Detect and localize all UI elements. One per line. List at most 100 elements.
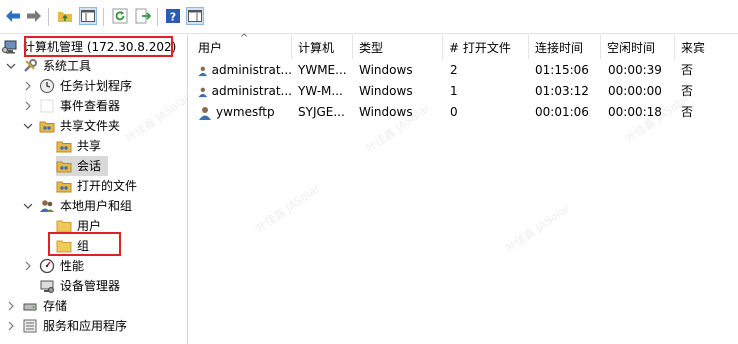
forward-arrow-icon[interactable] [25, 7, 43, 25]
refresh-icon[interactable] [111, 7, 129, 25]
services-icon [22, 318, 38, 334]
shared-folder-icon [56, 178, 72, 194]
tree-item-storage[interactable]: 存储 [6, 296, 67, 316]
device-manager-icon [39, 278, 55, 294]
svg-text:?: ? [170, 11, 176, 24]
tree-item-label: 设备管理器 [60, 279, 121, 293]
column-header-idle-time[interactable]: 空闲时间 [601, 35, 675, 59]
chevron-down-icon[interactable] [23, 121, 33, 131]
cell-open-files: 2 [450, 63, 458, 77]
cell-guest: 否 [681, 105, 694, 119]
back-arrow-icon[interactable] [4, 7, 22, 25]
sort-ascending-icon: ^ [240, 33, 249, 44]
users-group-icon [39, 198, 55, 214]
tree-item-label: 共享文件夹 [60, 119, 121, 133]
column-header-user[interactable]: 用户 ^ [192, 33, 292, 59]
cell-idle-time: 00:00:39 [608, 63, 662, 77]
tree-item-label: 本地用户和组 [60, 199, 133, 213]
column-header-label: 连接时间 [535, 40, 584, 55]
shared-folder-icon [56, 158, 72, 174]
column-header-computer[interactable]: 计算机 [292, 35, 353, 59]
cell-connected-time: 00:01:06 [535, 105, 589, 119]
column-header-type[interactable]: 类型 [353, 35, 443, 59]
cell-type: Windows [359, 84, 413, 98]
chevron-right-icon[interactable] [6, 301, 16, 311]
cell-user: administrat... [211, 84, 292, 98]
tree-item-label: 系统工具 [43, 59, 92, 73]
table-row[interactable]: ywmesftp SYJGE... Windows 0 00:01:06 00:… [192, 102, 738, 123]
cell-type: Windows [359, 105, 413, 119]
toolbar-separator [48, 8, 49, 26]
toolbar-separator [103, 8, 104, 26]
cell-user: ywmesftp [216, 105, 275, 119]
user-icon [198, 66, 208, 76]
annotation-box-root [24, 36, 173, 57]
cell-type: Windows [359, 63, 413, 77]
cell-open-files: 1 [450, 84, 458, 98]
computer-management-icon [2, 39, 18, 55]
column-header-connected-time[interactable]: 连接时间 [529, 35, 601, 59]
column-header-guest[interactable]: 来宾 [675, 35, 738, 59]
table-row[interactable]: administrat... YWME... Windows 2 01:15:0… [192, 60, 738, 81]
tree-item-label: 共享 [77, 139, 102, 153]
column-header-label: 计算机 [298, 40, 335, 55]
sessions-list: 用户 ^ 计算机 类型 # 打开文件 连接时间 空闲时间 来宾 administ… [192, 33, 738, 344]
column-header-label: 用户 [198, 40, 223, 55]
tree-item-event-viewer[interactable]: 事件查看器 [23, 96, 120, 116]
console-tree: 计算机管理 (172.30.8.202) 系统工具 任务计划程序 事件查看器 共… [0, 35, 188, 344]
cell-computer: SYJGE... [298, 105, 345, 119]
cell-computer: YWME... [298, 63, 347, 77]
export-list-icon[interactable] [134, 7, 152, 25]
tree-item-performance[interactable]: 性能 [23, 256, 84, 276]
tree-item-task-scheduler[interactable]: 任务计划程序 [23, 76, 132, 96]
column-header-open-files[interactable]: # 打开文件 [443, 35, 529, 59]
cell-user: administrat... [211, 63, 292, 77]
folder-up-icon[interactable] [56, 7, 74, 25]
show-hide-console-tree-icon[interactable] [79, 7, 97, 25]
tree-item-local-users-groups[interactable]: 本地用户和组 [23, 196, 132, 216]
chevron-down-icon[interactable] [23, 201, 33, 211]
cell-connected-time: 01:03:12 [535, 84, 589, 98]
cell-open-files: 0 [450, 105, 458, 119]
show-action-pane-icon[interactable] [186, 7, 204, 25]
chevron-right-icon[interactable] [23, 261, 33, 271]
help-icon[interactable]: ? [164, 7, 182, 25]
tree-item-system-tools[interactable]: 系统工具 [6, 56, 91, 76]
tree-item-shares[interactable]: 共享 [56, 136, 101, 156]
tree-item-shared-folders[interactable]: 共享文件夹 [23, 116, 120, 136]
chevron-down-icon[interactable] [6, 61, 16, 71]
cell-computer: YW-M... [298, 84, 343, 98]
tree-item-label: 服务和应用程序 [43, 319, 128, 333]
cell-guest: 否 [681, 84, 694, 98]
column-header-label: 类型 [359, 40, 384, 55]
toolbar: ? [0, 0, 738, 34]
chevron-right-icon[interactable] [6, 321, 16, 331]
table-row[interactable]: administrat... YW-M... Windows 1 01:03:1… [192, 81, 738, 102]
tree-item-label: 打开的文件 [77, 179, 138, 193]
shared-folder-icon [39, 118, 55, 134]
annotation-box-groups [48, 232, 121, 256]
tree-item-services-apps[interactable]: 服务和应用程序 [6, 316, 127, 336]
cell-connected-time: 01:15:06 [535, 63, 589, 77]
cell-idle-time: 00:00:18 [608, 105, 662, 119]
user-icon [199, 106, 211, 120]
tree-item-label: 事件查看器 [60, 99, 121, 113]
storage-icon [22, 298, 38, 314]
tree-item-device-manager[interactable]: 设备管理器 [39, 276, 120, 296]
column-header-label: # 打开文件 [449, 40, 511, 55]
tree-item-label: 存储 [43, 299, 68, 313]
user-icon [198, 87, 208, 97]
performance-icon [39, 258, 55, 274]
tree-item-open-files[interactable]: 打开的文件 [56, 176, 137, 196]
chevron-right-icon[interactable] [23, 101, 33, 111]
tree-item-sessions[interactable]: 会话 [56, 156, 101, 176]
cell-idle-time: 00:00:00 [608, 84, 662, 98]
shared-folder-icon [56, 138, 72, 154]
column-header-label: 来宾 [681, 40, 706, 55]
tools-icon [22, 58, 38, 74]
tree-item-label: 性能 [60, 259, 85, 273]
toolbar-separator [157, 8, 158, 26]
tree-item-label: 任务计划程序 [60, 79, 133, 93]
event-viewer-icon [39, 98, 55, 114]
chevron-right-icon[interactable] [23, 81, 33, 91]
